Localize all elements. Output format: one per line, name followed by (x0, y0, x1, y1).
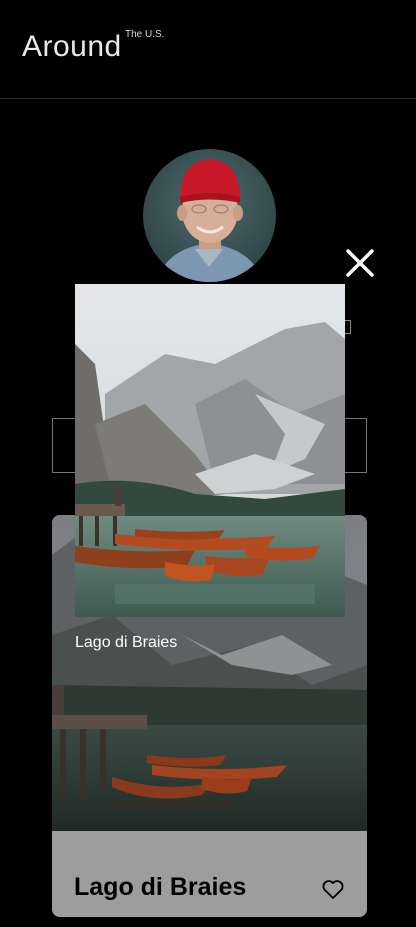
logo: Around (22, 30, 122, 63)
close-button[interactable] (345, 248, 375, 278)
popup-image (75, 284, 345, 617)
heart-icon (322, 880, 344, 899)
avatar[interactable] (143, 149, 276, 282)
avatar-image (143, 149, 276, 282)
like-button[interactable] (321, 877, 345, 901)
logo-superscript: The U.S. (125, 29, 165, 40)
card-footer: Lago di Braies (52, 831, 367, 917)
header: Around The U.S. (0, 0, 416, 99)
close-icon (346, 249, 374, 277)
card-title: Lago di Braies (74, 873, 247, 901)
popup-caption: Lago di Braies (75, 634, 178, 651)
